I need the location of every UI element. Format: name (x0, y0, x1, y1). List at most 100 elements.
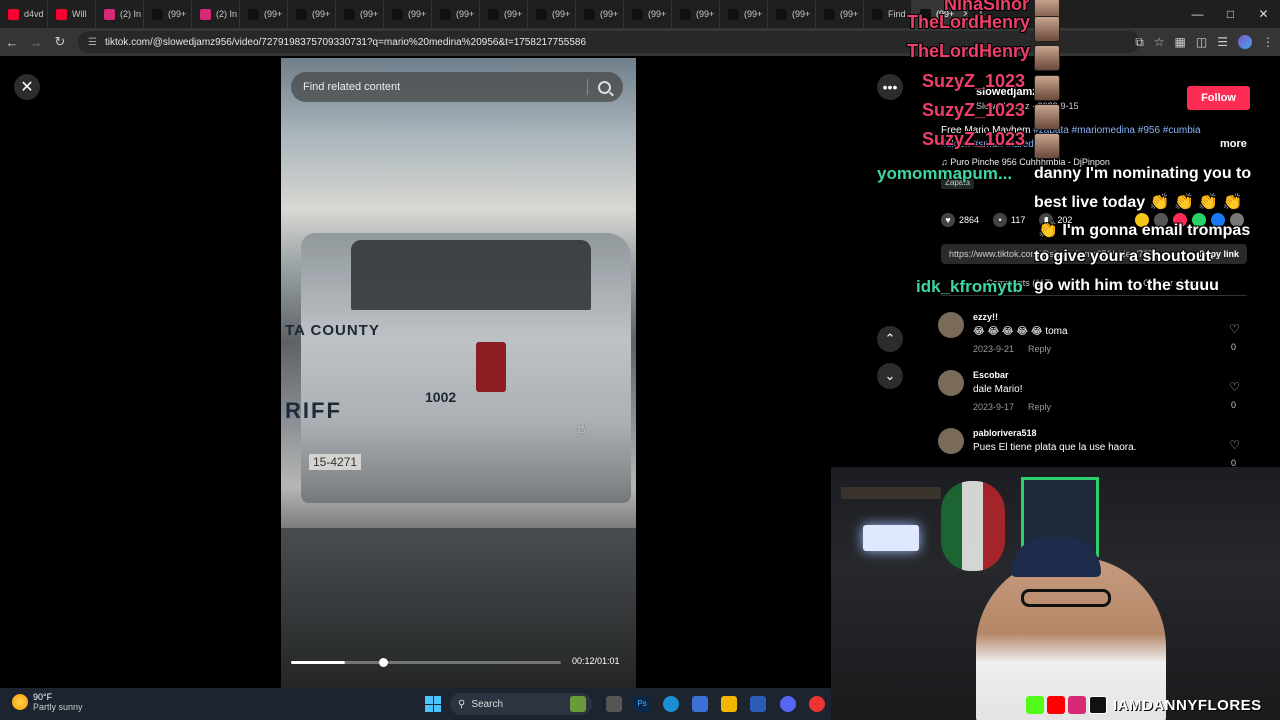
reply-button[interactable]: Reply (1028, 402, 1051, 412)
video-progress-bar[interactable] (291, 658, 561, 667)
browser-tab[interactable]: (99+ (672, 0, 720, 28)
profile-avatar[interactable] (1238, 35, 1252, 49)
browser-tab[interactable]: (99+ (144, 0, 192, 28)
comment-text: Pues El tiene plata que la use haora. (973, 442, 1137, 453)
bookmark-star-icon[interactable]: ☆ (1154, 35, 1165, 49)
browser-tab[interactable]: (99+ (816, 0, 864, 28)
tab-label: Find (888, 9, 906, 19)
divider (587, 79, 588, 95)
comment-avatar[interactable] (938, 312, 964, 338)
photoshop-icon[interactable]: Ps (634, 696, 650, 712)
comment-button[interactable]: • 117 (993, 213, 1025, 227)
screen: d4vd Will (2) In (99+ (2) In (99+ (99+ (99+ (99+… (0, 0, 1280, 720)
mouse-cursor-icon: ☝ (577, 420, 586, 436)
browser-tab[interactable]: Will (48, 0, 96, 28)
weather-widget[interactable]: 90°F Partly sunny (12, 692, 83, 712)
browser-tab[interactable]: (99+ (528, 0, 576, 28)
browser-tab[interactable]: d4vd (0, 0, 48, 28)
word-icon[interactable] (750, 696, 766, 712)
related-search-input[interactable]: Find related content (291, 72, 623, 102)
heart-icon: ♥ (941, 213, 955, 227)
media-icon[interactable]: ☰ (1217, 35, 1228, 49)
close-icon: ✕ (20, 79, 34, 96)
tab-label: (99+ (792, 9, 811, 19)
tab-favicon-icon (296, 8, 307, 20)
follow-button[interactable]: Follow (1187, 86, 1250, 110)
streamer-webcam (831, 467, 1280, 720)
comment-date: 2023-9-17 (973, 402, 1015, 412)
maximize-icon[interactable]: □ (1214, 0, 1247, 28)
webcam-neon-sign (863, 525, 919, 551)
search-icon[interactable] (598, 80, 611, 94)
heart-icon[interactable]: ♡ (1229, 322, 1240, 336)
browser-tab[interactable]: (99+ (288, 0, 336, 28)
search-placeholder: Find related content (303, 81, 401, 93)
chevron-down-icon: ⌄ (884, 368, 896, 383)
close-video-button[interactable]: ✕ (14, 74, 40, 100)
file-explorer-icon[interactable] (721, 696, 737, 712)
close-window-icon[interactable]: ✕ (1247, 0, 1280, 28)
tab-label: (2) In (216, 9, 238, 19)
site-info-icon[interactable]: ☰ (88, 37, 97, 48)
browser-toolbar: ← → ↻ ☰ tiktok.com/@slowedjamz956/video/… (0, 28, 1280, 56)
more-options-button[interactable]: ••• (877, 74, 903, 100)
browser-tab[interactable]: Find (864, 0, 912, 28)
sidepanel-icon[interactable]: ◫ (1196, 35, 1207, 49)
reply-button[interactable]: Reply (1028, 344, 1051, 354)
browser-tab[interactable]: (99+ (624, 0, 672, 28)
extensions-icon[interactable]: ▦ (1175, 35, 1186, 49)
store-icon[interactable] (692, 696, 708, 712)
news-widget-icon[interactable] (570, 696, 586, 712)
tab-label: (99+ (600, 9, 619, 19)
more-link[interactable]: more (1220, 138, 1247, 150)
browser-tab[interactable]: (99+ (240, 0, 288, 28)
minimize-icon[interactable]: — (1181, 0, 1214, 28)
tab-favicon-icon (680, 8, 691, 20)
heart-icon[interactable]: ♡ (1229, 438, 1240, 452)
chat-avatar (1034, 16, 1060, 42)
previous-video-button[interactable]: ⌃ (877, 326, 903, 352)
comment-icon: • (993, 213, 1008, 227)
menu-icon[interactable]: ⋮ (1262, 35, 1274, 49)
chat-avatar (1034, 75, 1060, 101)
browser-tab[interactable]: (99+ (384, 0, 432, 28)
tab-favicon-icon (776, 8, 787, 20)
progress-thumb[interactable] (378, 658, 388, 667)
install-app-icon[interactable]: ⧉ (1135, 35, 1144, 50)
chat-avatar (1034, 133, 1060, 159)
comment-avatar[interactable] (938, 370, 964, 396)
task-view-icon[interactable] (606, 696, 622, 712)
discord-icon[interactable] (780, 696, 796, 712)
browser-tab[interactable]: (2) In (96, 0, 144, 28)
chat-message: 👏 I'm gonna email trompas (1038, 222, 1251, 239)
back-icon[interactable]: ← (0, 28, 24, 56)
webcam-glasses (1021, 589, 1111, 607)
edge-icon[interactable] (663, 696, 679, 712)
browser-tab[interactable]: (99+ (432, 0, 480, 28)
video-sheriff-text: RIFF (285, 398, 342, 423)
forward-icon[interactable]: → (24, 28, 48, 56)
browser-tab[interactable]: (2) In (192, 0, 240, 28)
chrome-icon[interactable] (809, 696, 825, 712)
tab-favicon-icon (152, 8, 163, 20)
comment-avatar[interactable] (938, 428, 964, 454)
browser-tab[interactable]: (99+ (768, 0, 816, 28)
tab-label: (99+ (840, 9, 859, 19)
video-player[interactable]: TA COUNTY 1002 RIFF 15-4271 Find related… (281, 58, 636, 688)
reload-icon[interactable]: ↻ (48, 28, 72, 56)
heart-icon[interactable]: ♡ (1229, 380, 1240, 394)
tab-label: (99+ (408, 9, 427, 19)
browser-tab[interactable]: (99+ (576, 0, 624, 28)
comment-user[interactable]: pablorivera518 (973, 428, 1037, 438)
browser-tab[interactable]: (99+ (336, 0, 384, 28)
chat-username: idk_kfromytb (916, 277, 1023, 296)
browser-tab[interactable]: (99+ (480, 0, 528, 28)
chat-avatar (1034, 104, 1060, 130)
comment-user[interactable]: Escobar (973, 370, 1009, 380)
chat-username: TheLordHenry (907, 41, 1031, 61)
next-video-button[interactable]: ⌄ (877, 363, 903, 389)
like-button[interactable]: ♥ 2864 (941, 213, 979, 227)
browser-tab[interactable]: (99+ (720, 0, 768, 28)
comment-user[interactable]: ezzy!! (973, 312, 998, 322)
windows-start-icon[interactable] (425, 696, 441, 712)
